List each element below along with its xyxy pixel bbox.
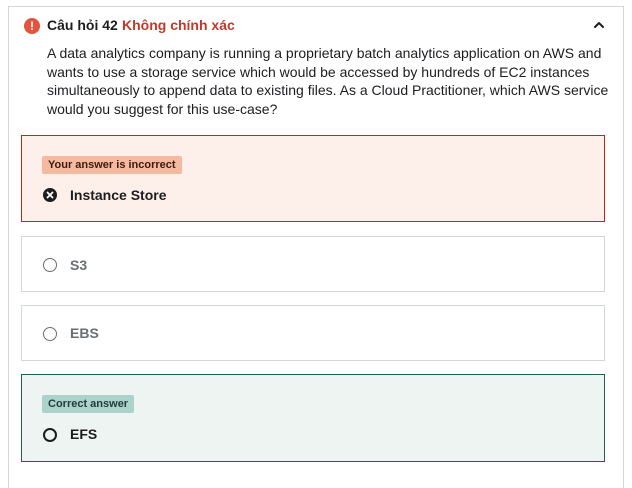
question-header[interactable]: ! Câu hỏi 42 Không chính xác xyxy=(9,7,623,43)
answer-option[interactable]: S3 xyxy=(21,236,605,292)
question-status: Không chính xác xyxy=(122,17,235,33)
radio-empty-icon[interactable] xyxy=(43,327,57,341)
question-text: A data analytics company is running a pr… xyxy=(47,45,609,117)
option-label: S3 xyxy=(70,257,88,273)
option-label: EBS xyxy=(70,325,99,341)
option-label: Instance Store xyxy=(70,187,167,203)
radio-empty-icon[interactable] xyxy=(43,428,57,442)
correct-answer-tag: Correct answer xyxy=(42,395,135,413)
incorrect-answer-tag: Your answer is incorrect xyxy=(42,156,182,174)
x-circle-icon xyxy=(43,188,57,202)
answer-option[interactable]: EBS xyxy=(21,305,605,361)
question-result-panel: ! Câu hỏi 42 Không chính xác A data anal… xyxy=(8,6,624,488)
radio-empty-icon[interactable] xyxy=(43,258,57,272)
option-label: EFS xyxy=(70,426,98,442)
question-number: Câu hỏi 42 xyxy=(47,17,118,33)
answer-option-incorrect[interactable]: Your answer is incorrect Instance Store xyxy=(21,135,605,222)
answer-option-correct[interactable]: Correct answer EFS xyxy=(21,374,605,462)
alert-circle-icon: ! xyxy=(24,18,40,34)
chevron-up-icon[interactable] xyxy=(591,17,607,33)
